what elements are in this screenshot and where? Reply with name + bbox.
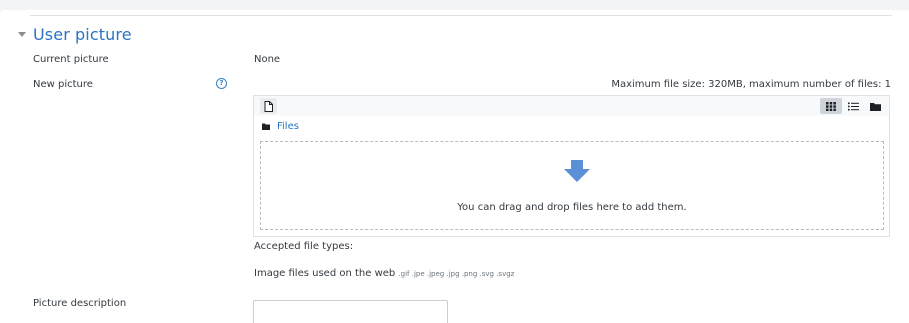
view-icons-button[interactable] [820, 98, 842, 114]
file-picker: Files You can drag and drop files here t… [253, 95, 890, 237]
caret-down-icon [18, 32, 26, 37]
view-list-button[interactable] [842, 98, 864, 114]
view-switcher [820, 98, 886, 114]
grid-icon [826, 101, 836, 111]
folder-icon [262, 123, 270, 130]
current-picture-label: Current picture [33, 54, 109, 65]
section-title: User picture [33, 24, 132, 44]
form-card: User picture Current picture None New pi… [0, 10, 909, 323]
file-drop-zone[interactable]: You can drag and drop files here to add … [260, 141, 884, 230]
divider [30, 15, 892, 16]
add-file-button[interactable] [260, 98, 277, 114]
help-icon[interactable]: ? [216, 78, 227, 89]
max-file-size-info: Maximum file size: 320MB, maximum number… [611, 79, 891, 90]
drop-instructions: You can drag and drop files here to add … [457, 202, 687, 213]
accepted-types-desc: Image files used on the web [254, 268, 396, 279]
current-picture-value: None [254, 54, 281, 65]
accepted-types: Image files used on the web .gif .jpe .j… [254, 268, 514, 279]
folder-icon [869, 102, 881, 111]
picture-description-label: Picture description [33, 298, 127, 309]
arrow-down-icon [564, 160, 590, 182]
section-toggle-user-picture[interactable]: User picture [18, 24, 132, 44]
path-files-label: Files [277, 120, 299, 132]
accepted-types-label: Accepted file types: [254, 241, 354, 252]
file-picker-toolbar [254, 96, 889, 116]
picture-description-input[interactable] [253, 300, 448, 323]
view-tree-button[interactable] [864, 98, 886, 114]
new-picture-label: New picture [33, 79, 93, 90]
file-icon [264, 100, 273, 112]
accepted-types-extensions: .gif .jpe .jpeg .jpg .png .svg .svgz [398, 270, 515, 278]
path-files[interactable]: Files [262, 118, 299, 134]
list-icon [847, 102, 859, 110]
